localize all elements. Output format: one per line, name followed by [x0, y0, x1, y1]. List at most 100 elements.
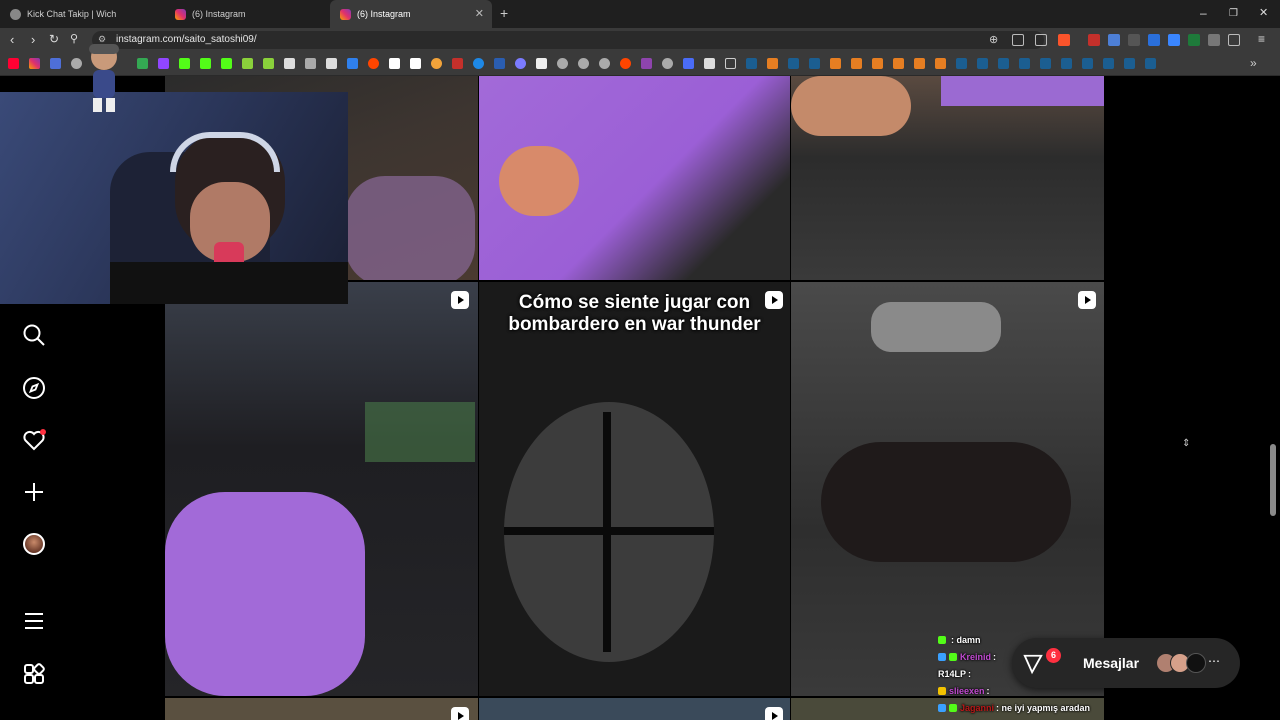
minimize-button[interactable]: –	[1200, 6, 1207, 20]
chat-badge-icon	[938, 704, 946, 712]
bookmark-icon[interactable]	[767, 58, 778, 69]
more-menu-icon[interactable]	[20, 607, 48, 635]
kick-bookmark-icon[interactable]	[179, 58, 190, 69]
post-thumbnail[interactable]	[165, 282, 478, 696]
bookmark-icon[interactable]	[347, 58, 358, 69]
bookmark-icon[interactable]	[515, 58, 526, 69]
cast-icon[interactable]	[1012, 34, 1024, 46]
bookmark-icon[interactable]	[641, 58, 652, 69]
bookmark-icon[interactable]	[914, 58, 925, 69]
forward-icon[interactable]: ›	[31, 32, 35, 47]
bookmark-icon[interactable]	[893, 58, 904, 69]
bookmark-icon[interactable]	[284, 58, 295, 69]
bookmark-icon[interactable]	[704, 58, 715, 69]
chat-message: R14LP:	[938, 669, 971, 684]
restore-button[interactable]: ❐	[1229, 8, 1238, 19]
bookmark-icon[interactable]	[263, 58, 274, 69]
bookmark-icon[interactable]	[71, 58, 82, 69]
x-bookmark-icon[interactable]	[326, 58, 337, 69]
send-icon	[1023, 654, 1043, 675]
bookmark-icon[interactable]	[50, 58, 61, 69]
steam-bookmark-icon[interactable]	[1103, 58, 1114, 69]
reload-icon[interactable]: ↻	[49, 32, 59, 46]
amazon-bookmark-icon[interactable]	[410, 58, 421, 69]
steam-bookmark-icon[interactable]	[1061, 58, 1072, 69]
bookmark-icon[interactable]	[620, 58, 631, 69]
kick-bookmark-icon[interactable]	[221, 58, 232, 69]
extension-icon[interactable]	[1088, 34, 1100, 46]
zoom-icon[interactable]: ⊕	[989, 33, 998, 46]
back-icon[interactable]: ‹	[10, 32, 14, 47]
post-thumbnail[interactable]	[791, 76, 1104, 280]
bookmark-icon[interactable]	[431, 58, 442, 69]
bookmark-icon[interactable]	[851, 58, 862, 69]
bookmark-icon[interactable]	[305, 58, 316, 69]
post-thumbnail[interactable]	[479, 76, 790, 280]
steam-bookmark-icon[interactable]	[1082, 58, 1093, 69]
more-bookmarks-icon[interactable]: »	[1250, 56, 1257, 70]
brave-shield-icon[interactable]	[1058, 34, 1070, 46]
bookmark-icon[interactable]	[473, 58, 484, 69]
chat-badge-icon	[938, 653, 946, 661]
explore-icon[interactable]	[20, 374, 48, 402]
extensions-puzzle-icon[interactable]	[1208, 34, 1220, 46]
bookmark-icon[interactable]	[578, 58, 589, 69]
post-thumbnail[interactable]	[479, 698, 790, 720]
extension-icon[interactable]	[1128, 34, 1140, 46]
bookmark-icon[interactable]	[536, 58, 547, 69]
bookmark-icon[interactable]	[494, 58, 505, 69]
twitch-bookmark-icon[interactable]	[158, 58, 169, 69]
steam-bookmark-icon[interactable]	[998, 58, 1009, 69]
bookmark-icon[interactable]	[830, 58, 841, 69]
kick-bookmark-icon[interactable]	[200, 58, 211, 69]
profile-avatar[interactable]	[20, 530, 48, 558]
bookmark-icon[interactable]	[242, 58, 253, 69]
new-tab-button[interactable]: +	[500, 5, 508, 21]
page-scrollbar[interactable]	[1270, 444, 1276, 516]
bookmark-icon[interactable]	[662, 58, 673, 69]
steam-bookmark-icon[interactable]	[956, 58, 967, 69]
steam-bookmark-icon[interactable]	[746, 58, 757, 69]
bookmark-icon[interactable]	[452, 58, 463, 69]
extension-icon[interactable]	[1108, 34, 1120, 46]
create-icon[interactable]	[20, 478, 48, 506]
tab-kick-chat[interactable]: Kick Chat Takip | Wich	[0, 0, 165, 28]
browser-menu-icon[interactable]: ≡	[1258, 32, 1265, 46]
extension-icon[interactable]	[1148, 34, 1160, 46]
drive-bookmark-icon[interactable]	[137, 58, 148, 69]
instagram-bookmark-icon[interactable]	[29, 58, 40, 69]
sidebar-icon[interactable]	[1228, 34, 1240, 46]
tab-instagram-1[interactable]: (6) Instagram	[165, 0, 330, 28]
steam-bookmark-icon[interactable]	[1040, 58, 1051, 69]
reddit-bookmark-icon[interactable]	[368, 58, 379, 69]
steam-bookmark-icon[interactable]	[977, 58, 988, 69]
bookmark-icon[interactable]	[683, 58, 694, 69]
extension-icon[interactable]	[1188, 34, 1200, 46]
more-options-icon[interactable]: ⋯	[1208, 654, 1220, 668]
tab-instagram-active[interactable]: (6) Instagram ✕	[330, 0, 492, 28]
post-thumbnail[interactable]	[165, 698, 478, 720]
notifications-icon[interactable]	[20, 426, 48, 454]
search-icon[interactable]	[20, 321, 48, 349]
bookmark-icon[interactable]	[389, 58, 400, 69]
steam-bookmark-icon[interactable]	[1145, 58, 1156, 69]
also-from-meta-icon[interactable]	[20, 660, 48, 688]
steam-bookmark-icon[interactable]	[809, 58, 820, 69]
post-thumbnail[interactable]	[791, 282, 1104, 696]
steam-bookmark-icon[interactable]	[788, 58, 799, 69]
youtube-bookmark-icon[interactable]	[8, 58, 19, 69]
messages-button[interactable]: 6 Mesajlar ⋯	[1012, 638, 1240, 688]
steam-bookmark-icon[interactable]	[1124, 58, 1135, 69]
extension-icon[interactable]	[1168, 34, 1180, 46]
close-tab-icon[interactable]: ✕	[475, 7, 484, 20]
steam-bookmark-icon[interactable]	[1019, 58, 1030, 69]
close-window-button[interactable]: ✕	[1259, 6, 1268, 19]
post-thumbnail[interactable]: Cómo se siente jugar con bombardero en w…	[479, 282, 790, 696]
bookmark-icon[interactable]	[557, 58, 568, 69]
bookmark-icon[interactable]: ⚲	[70, 32, 78, 45]
bookmark-icon[interactable]	[872, 58, 883, 69]
folder-icon[interactable]	[725, 58, 736, 69]
bookmark-icon[interactable]	[599, 58, 610, 69]
bookmark-icon[interactable]	[935, 58, 946, 69]
share-icon[interactable]	[1035, 34, 1047, 46]
